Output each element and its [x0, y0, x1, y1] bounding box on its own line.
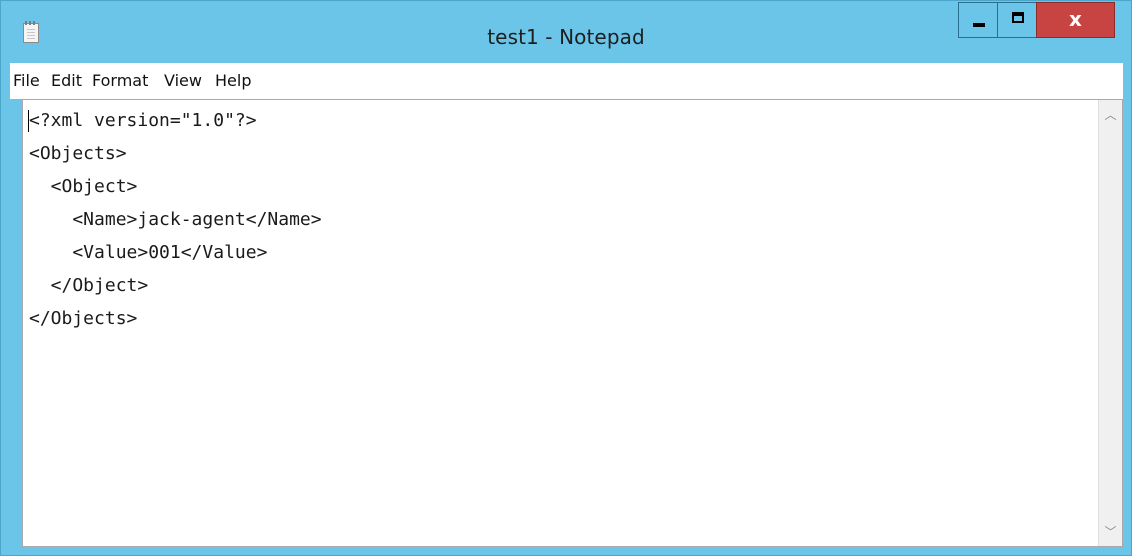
title-bar[interactable]: test1 - Notepad x — [1, 1, 1131, 63]
text-editor[interactable]: <?xml version="1.0"?> <Objects> <Object>… — [22, 99, 1123, 547]
maximize-button[interactable] — [997, 2, 1037, 38]
menu-edit[interactable]: Edit — [51, 71, 82, 90]
notepad-window: test1 - Notepad x File Edit Format View … — [0, 0, 1132, 556]
scroll-up-icon[interactable]: ︿ — [1099, 106, 1122, 123]
menu-file[interactable]: File — [13, 71, 40, 90]
minimize-button[interactable] — [958, 2, 998, 38]
menu-format[interactable]: Format — [92, 71, 148, 90]
scroll-down-icon[interactable]: ﹀ — [1099, 523, 1122, 540]
menu-view[interactable]: View — [164, 71, 202, 90]
menu-bar: File Edit Format View Help — [10, 63, 1123, 99]
menu-help[interactable]: Help — [215, 71, 251, 90]
vertical-scrollbar[interactable]: ︿ ﹀ — [1098, 100, 1122, 546]
maximize-icon — [1012, 12, 1024, 23]
close-button[interactable]: x — [1036, 2, 1115, 38]
close-icon: x — [1069, 7, 1082, 31]
minimize-icon — [973, 23, 985, 27]
editor-content[interactable]: <?xml version="1.0"?> <Objects> <Object>… — [29, 104, 1096, 544]
